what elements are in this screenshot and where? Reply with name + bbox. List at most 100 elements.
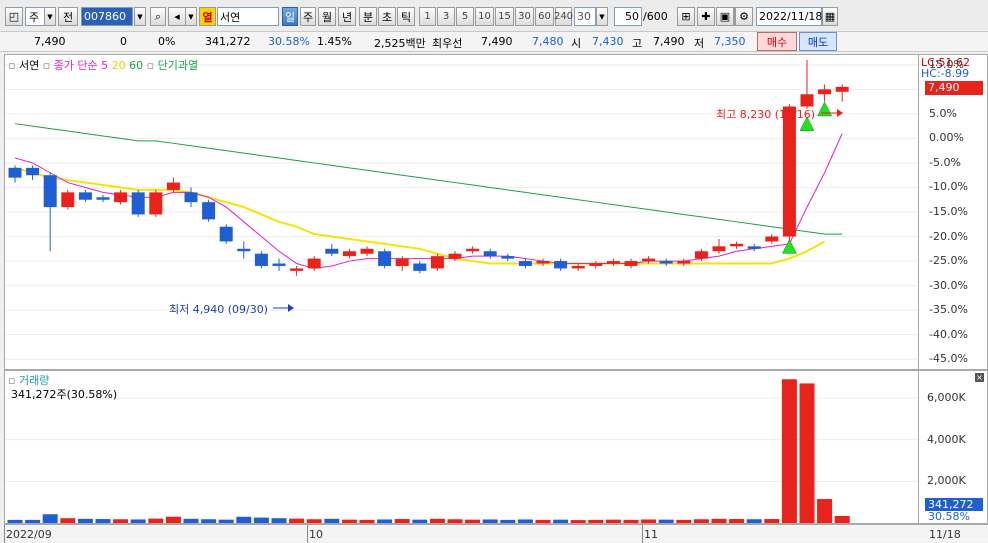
- chevron-down-icon[interactable]: ▼: [185, 7, 197, 26]
- candle: [483, 251, 497, 257]
- volume-bar: [817, 499, 833, 523]
- count-max: /600: [643, 10, 668, 23]
- volume-summary: 341,272주(30.58%): [11, 388, 118, 401]
- interval-240[interactable]: 240: [554, 7, 573, 26]
- volume-bar: [113, 519, 129, 523]
- gear-icon[interactable]: ⚙: [735, 7, 753, 26]
- candle: [131, 192, 145, 215]
- volume-bar: [289, 518, 305, 523]
- high-arrow-head: [837, 109, 843, 117]
- volume-bar: [359, 519, 375, 523]
- legend-name: 서연: [18, 59, 40, 72]
- candle: [554, 261, 568, 269]
- volume-bar: [201, 519, 217, 523]
- speaker-icon[interactable]: ◂: [168, 7, 186, 26]
- price-tick: -30.0%: [929, 278, 968, 292]
- candle: [624, 261, 638, 266]
- legend-ma20: 20: [111, 59, 126, 72]
- close-icon[interactable]: ×: [975, 373, 984, 382]
- stock-code-input[interactable]: 007860: [81, 7, 133, 26]
- volume-bar: [236, 516, 252, 523]
- candle: [325, 248, 339, 254]
- date-label: 11: [644, 528, 658, 541]
- period-day[interactable]: 일: [282, 7, 298, 26]
- toolbar-tool-icon[interactable]: ⊞: [677, 7, 695, 26]
- volume-tick: 2,000K: [927, 474, 966, 488]
- volume-chart: [5, 379, 918, 523]
- candle: [237, 248, 251, 252]
- candle: [254, 253, 268, 266]
- chart-type-icon[interactable]: ◰: [5, 7, 23, 26]
- quote-amount: 2,525백만: [374, 37, 426, 50]
- volume-bar: [377, 519, 393, 523]
- price-chart-pane[interactable]: ▫ 서연 ▫ 종가 단순 5 20 60 ▫ 단기과열 최고 8,230 (11…: [4, 54, 919, 370]
- volume-bar: [148, 518, 164, 523]
- period-second[interactable]: 초: [378, 7, 396, 26]
- candle: [818, 89, 832, 95]
- best-bid: 7,490: [481, 35, 513, 48]
- volume-bar: [183, 518, 199, 523]
- high-annotation: 최고 8,230 (11/16): [716, 108, 816, 121]
- interval-30[interactable]: 30: [515, 7, 534, 26]
- period-minute[interactable]: 분: [359, 7, 377, 26]
- candle: [466, 248, 480, 252]
- candle: [307, 258, 321, 269]
- crosshair-icon[interactable]: ✚: [697, 7, 715, 26]
- interval-60[interactable]: 60: [535, 7, 554, 26]
- volume-bar: [658, 519, 674, 523]
- chevron-down-icon[interactable]: ▼: [134, 7, 146, 26]
- sell-button[interactable]: 매도: [799, 32, 837, 51]
- volume-bar: [25, 519, 41, 523]
- interval-3[interactable]: 3: [437, 7, 455, 26]
- volume-bar: [676, 519, 692, 523]
- price-tick: 0.00%: [929, 131, 964, 145]
- volume-bar: [306, 519, 322, 523]
- candle: [184, 192, 198, 203]
- period-month[interactable]: 월: [318, 7, 336, 26]
- buy-button[interactable]: 매수: [757, 32, 797, 51]
- volume-bar: [412, 519, 428, 523]
- interval-select[interactable]: 30: [574, 7, 596, 26]
- candle: [747, 246, 761, 249]
- save-icon[interactable]: ▣: [716, 7, 734, 26]
- search-icon[interactable]: ⌕: [150, 7, 166, 26]
- quote-bar: 7,490 0 0% 341,272 30.58% 1.45% 2,525백만 …: [0, 32, 988, 52]
- count-input[interactable]: 50: [614, 7, 642, 26]
- quote-volume-ratio: 30.58%: [268, 35, 310, 48]
- interval-15[interactable]: 15: [495, 7, 514, 26]
- volume-pane[interactable]: ▫ 거래량 341,272주(30.58%): [4, 370, 919, 524]
- legend-extra: 단기과열: [157, 59, 199, 72]
- candle: [202, 202, 216, 220]
- volume-bar: [517, 519, 533, 523]
- chevron-down-icon[interactable]: ▼: [44, 7, 56, 26]
- volume-bar: [834, 515, 850, 523]
- period-tick[interactable]: 틱: [397, 7, 415, 26]
- candle: [395, 258, 409, 266]
- legend-box-icon: ▫: [146, 59, 155, 72]
- low-annotation: 최저 4,940 (09/30): [169, 303, 269, 316]
- market-type-select[interactable]: 주: [25, 7, 45, 26]
- volume-tick: 6,000K: [927, 391, 966, 404]
- volume-bar: [271, 518, 287, 523]
- volume-bar: [482, 519, 498, 523]
- date-input[interactable]: 2022/11/18: [756, 7, 822, 26]
- volume-bar: [429, 518, 445, 523]
- volume-axis: × 6,000K 4,000K 2,000K 341,272 30.58%: [919, 370, 988, 524]
- interval-1[interactable]: 1: [419, 7, 436, 26]
- quote-change: 0: [120, 35, 127, 48]
- interval-5[interactable]: 5: [456, 7, 474, 26]
- stock-name-field[interactable]: 서연: [217, 7, 279, 26]
- all-button[interactable]: 전: [58, 7, 78, 26]
- volume-bar: [605, 519, 621, 523]
- period-year[interactable]: 년: [338, 7, 356, 26]
- signal-triangle: [781, 238, 797, 254]
- candle: [96, 197, 110, 200]
- price-tick: -45.0%: [929, 352, 968, 366]
- period-week[interactable]: 주: [300, 7, 316, 26]
- calendar-icon[interactable]: ▦: [822, 7, 838, 26]
- chevron-down-icon[interactable]: ▼: [596, 7, 608, 26]
- date-label-right: 11/18: [929, 528, 961, 541]
- candle: [536, 261, 550, 264]
- candle: [166, 182, 180, 190]
- interval-10[interactable]: 10: [475, 7, 494, 26]
